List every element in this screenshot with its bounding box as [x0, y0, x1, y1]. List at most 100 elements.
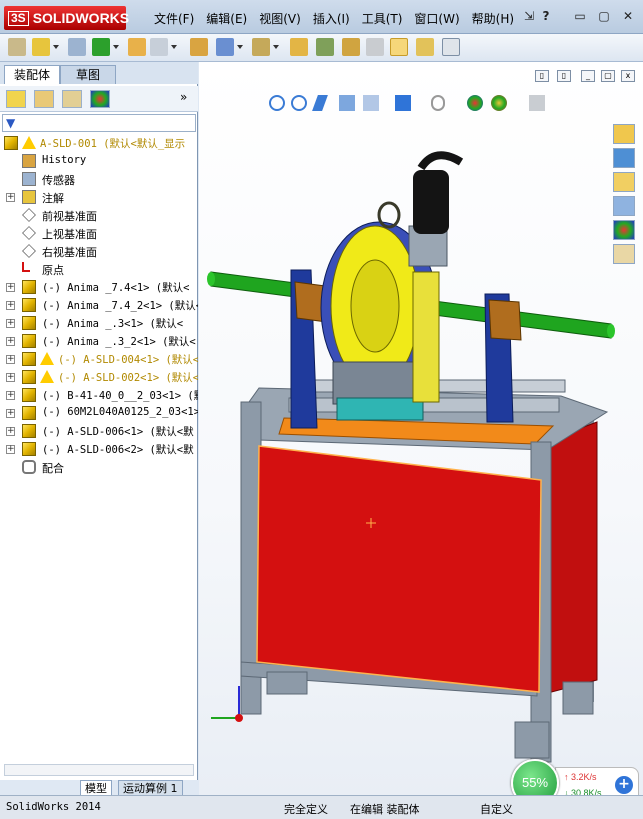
expand-node-icon[interactable]: + [6, 373, 15, 382]
displaymanager-tab-icon[interactable] [90, 90, 110, 108]
expand-node-icon[interactable]: + [6, 427, 15, 436]
triad-z-axis [235, 714, 243, 722]
tab-motion-study[interactable]: 运动算例 1 [118, 780, 183, 796]
warning-icon [40, 352, 54, 365]
net-boost-button[interactable]: + [615, 776, 633, 794]
tree-item[interactable]: 上视基准面 [0, 224, 198, 242]
tree-item[interactable]: + 注解 [0, 188, 198, 206]
part-icon [22, 280, 36, 294]
configurationmanager-tab-icon[interactable] [62, 90, 82, 108]
explode-view-icon[interactable] [316, 38, 334, 56]
tree-item[interactable]: 原点 [0, 260, 198, 278]
close-button[interactable]: ✕ [620, 9, 636, 23]
tree-item[interactable]: 前视基准面 [0, 206, 198, 224]
history-icon [22, 154, 36, 168]
gear-icon[interactable] [290, 38, 308, 56]
tree-item[interactable]: + (-) 60M2L040A0125_2_03<1> [0, 404, 198, 422]
tree-item[interactable]: + (-) Anima _7.4_2<1> (默认< [0, 296, 198, 314]
tab-sketch[interactable]: 草图 [60, 65, 116, 84]
move-component-icon[interactable] [252, 38, 270, 56]
expand-node-icon[interactable]: + [6, 283, 15, 292]
tree-item-label: 原点 [42, 264, 64, 277]
expand-node-icon[interactable]: + [6, 193, 15, 202]
expand-node-icon[interactable]: + [6, 409, 15, 418]
tree-item-label: (-) A-SLD-006<1> (默认<默 [42, 426, 194, 438]
instant3d-icon[interactable] [390, 38, 408, 56]
tree-item[interactable]: + (-) A-SLD-002<1> (默认< [0, 368, 198, 386]
tab-assembly[interactable]: 装配体 [4, 65, 60, 84]
motor-disk-inner [350, 259, 400, 353]
new-part-icon[interactable] [8, 38, 26, 56]
propertymanager-tab-icon[interactable] [34, 90, 54, 108]
expand-node-icon[interactable]: + [6, 355, 15, 364]
tree-item-label: 配合 [42, 462, 64, 475]
tree-item[interactable]: + (-) A-SLD-006<2> (默认<默 [0, 440, 198, 458]
part-icon [22, 442, 36, 456]
options-dropdown-icon[interactable] [171, 45, 177, 49]
tree-item-label: (-) A-SLD-004<1> (默认< [58, 354, 198, 366]
tree-item[interactable]: + (-) B-41-40_0__2_03<1> (默 [0, 386, 198, 404]
menu-insert[interactable]: 插入(I) [307, 10, 356, 27]
tree-item[interactable]: + (-) Anima _.3_2<1> (默认< [0, 332, 198, 350]
manager-tabs: » [0, 86, 198, 112]
smart-fasteners-icon[interactable] [216, 38, 234, 56]
expand-node-icon[interactable]: + [6, 337, 15, 346]
open-dropdown-icon[interactable] [53, 45, 59, 49]
expand-chevron-icon[interactable]: » [180, 90, 187, 104]
restore-button[interactable]: ▢ [596, 9, 612, 23]
mate-dropdown-icon[interactable] [113, 45, 119, 49]
interference-icon[interactable] [342, 38, 360, 56]
tree-item[interactable]: + (-) Anima _7.4<1> (默认< [0, 278, 198, 296]
fasteners-dropdown-icon[interactable] [237, 45, 243, 49]
menu-view[interactable]: 视图(V) [253, 10, 307, 27]
options-icon[interactable] [150, 38, 168, 56]
menu-help[interactable]: 帮助(H) [466, 10, 520, 27]
mate-icon[interactable] [92, 38, 110, 56]
tree-item[interactable]: + (-) Anima _.3<1> (默认< [0, 314, 198, 332]
snapshot-icon[interactable] [416, 38, 434, 56]
help-icon[interactable]: ? [538, 9, 554, 23]
tree-item-label: (-) Anima _7.4<1> (默认< [42, 282, 190, 294]
featuremanager-tab-icon[interactable] [6, 90, 26, 108]
black-motor [413, 170, 449, 234]
status-definition: 完全定义 [284, 803, 328, 816]
tree-filter-input[interactable]: ▼ [2, 114, 196, 132]
rebuild-icon[interactable] [190, 38, 208, 56]
tree-item[interactable]: + (-) A-SLD-004<1> (默认< [0, 350, 198, 368]
minimize-button[interactable]: ▭ [572, 9, 588, 23]
solidworks-logo[interactable]: 3S SOLIDWORKS [4, 6, 129, 30]
foot-back [562, 681, 594, 715]
open-icon[interactable] [32, 38, 50, 56]
tree-item[interactable]: 传感器 [0, 170, 198, 188]
tree-item-label: (-) Anima _.3<1> (默认< [42, 318, 184, 330]
tree-item[interactable]: 右视基准面 [0, 242, 198, 260]
tab-model[interactable]: 模型 [80, 780, 112, 796]
tree-item[interactable]: + (-) A-SLD-006<1> (默认<默 [0, 422, 198, 440]
tree-root[interactable]: A-SLD-001 (默认<默认_显示 [0, 134, 198, 152]
plane-icon [22, 244, 36, 258]
status-custom[interactable]: 自定义 [480, 801, 513, 817]
part-icon [22, 424, 36, 438]
menu-bar: 文件(F) 编辑(E) 视图(V) 插入(I) 工具(T) 窗口(W) 帮助(H… [148, 10, 520, 27]
expand-node-icon[interactable]: + [6, 445, 15, 454]
pin-icon[interactable]: ⇲ [521, 9, 537, 23]
tree-item[interactable]: History [0, 152, 198, 170]
graphics-area[interactable]: ▯ ▯ _ ▢ x [199, 62, 643, 795]
menu-window[interactable]: 窗口(W) [408, 10, 465, 27]
part-icon [22, 370, 36, 384]
menu-edit[interactable]: 编辑(E) [200, 10, 253, 27]
display-pane-icon[interactable] [442, 38, 460, 56]
tree-item[interactable]: 配合 [0, 458, 198, 476]
menu-tools[interactable]: 工具(T) [356, 10, 409, 27]
expand-node-icon[interactable]: + [6, 319, 15, 328]
move-dropdown-icon[interactable] [273, 45, 279, 49]
part-icon [22, 298, 36, 312]
assembly-model[interactable] [199, 62, 643, 795]
expand-node-icon[interactable]: + [6, 301, 15, 310]
paperclip-icon[interactable] [68, 38, 86, 56]
expand-node-icon[interactable]: + [6, 391, 15, 400]
exploded-line-icon[interactable] [366, 38, 384, 56]
insert-component-icon[interactable] [128, 38, 146, 56]
menu-file[interactable]: 文件(F) [148, 10, 200, 27]
tree-horizontal-scrollbar[interactable] [4, 764, 194, 776]
